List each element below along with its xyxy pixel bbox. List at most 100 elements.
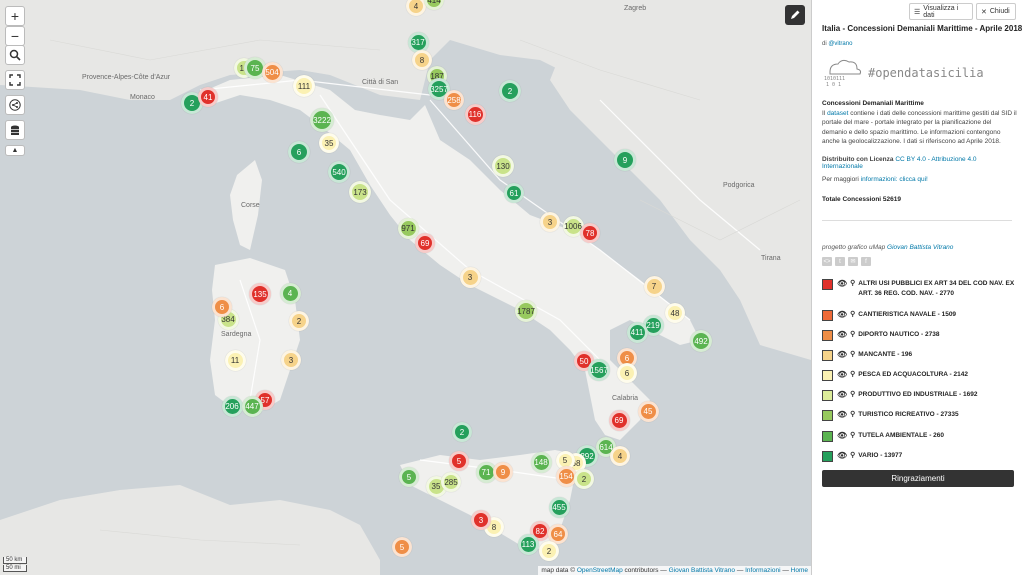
- credit-link[interactable]: Giovan Battista Vitrano: [887, 244, 953, 251]
- cluster-marker[interactable]: 1567: [588, 359, 610, 381]
- email-icon[interactable]: ✉: [848, 257, 858, 266]
- share-icon[interactable]: [5, 95, 25, 115]
- zoom-out-button[interactable]: −: [5, 26, 25, 46]
- author-user-link[interactable]: @vitrano: [828, 41, 852, 47]
- cluster-marker[interactable]: 3: [540, 212, 560, 232]
- cluster-marker[interactable]: 206: [221, 395, 243, 417]
- eye-icon[interactable]: 👁: [837, 310, 847, 320]
- cluster-marker[interactable]: 2: [289, 311, 309, 331]
- cluster-marker[interactable]: 455: [548, 496, 570, 518]
- cluster-marker[interactable]: 540: [328, 161, 350, 183]
- cluster-marker[interactable]: 48: [665, 303, 685, 323]
- thanks-button[interactable]: Ringraziamenti: [822, 470, 1014, 487]
- legend-item[interactable]: 👁 ⚲ CANTIERISTICA NAVALE - 1509: [822, 310, 1022, 321]
- eye-icon[interactable]: 👁: [837, 279, 847, 289]
- cluster-marker[interactable]: 5: [399, 467, 419, 487]
- cluster-marker[interactable]: 69: [608, 409, 630, 431]
- eye-icon[interactable]: 👁: [837, 350, 847, 360]
- cluster-marker[interactable]: 2: [539, 541, 559, 561]
- zoom-to-layer-icon[interactable]: ⚲: [850, 330, 855, 340]
- legend-item[interactable]: 👁 ⚲ ALTRI USI PUBBLICI EX ART 34 DEL COD N…: [822, 279, 1022, 299]
- osm-link[interactable]: OpenStreetMap: [577, 567, 623, 574]
- cluster-marker[interactable]: 9: [614, 149, 636, 171]
- cluster-marker[interactable]: 2: [574, 469, 594, 489]
- cluster-marker[interactable]: 6: [288, 141, 310, 163]
- zoom-to-layer-icon[interactable]: ⚲: [850, 431, 855, 441]
- collapse-toggle-icon[interactable]: ▲: [5, 145, 25, 156]
- cluster-marker[interactable]: 3: [281, 350, 301, 370]
- more-info-link[interactable]: informazioni: clicca qui!: [861, 176, 928, 183]
- cluster-marker[interactable]: 1787: [515, 300, 537, 322]
- zoom-to-layer-icon[interactable]: ⚲: [850, 350, 855, 360]
- cluster-marker[interactable]: 4: [279, 282, 301, 304]
- fullscreen-icon[interactable]: [5, 70, 25, 90]
- cluster-marker[interactable]: 69: [415, 233, 435, 253]
- zoom-to-layer-icon[interactable]: ⚲: [850, 451, 855, 461]
- zoom-in-button[interactable]: +: [5, 6, 25, 26]
- cluster-marker[interactable]: 11: [224, 349, 246, 371]
- twitter-icon[interactable]: t: [835, 257, 845, 266]
- facebook-icon[interactable]: f: [861, 257, 871, 266]
- cluster-marker[interactable]: 971: [397, 217, 419, 239]
- cluster-marker[interactable]: 7: [643, 275, 665, 297]
- legend-item[interactable]: 👁 ⚲ DIPORTO NAUTICO - 2738: [822, 330, 1022, 341]
- dataset-link[interactable]: dataset: [827, 110, 848, 117]
- cluster-marker[interactable]: 411: [626, 321, 648, 343]
- cluster-marker[interactable]: 6: [617, 363, 637, 383]
- view-data-button[interactable]: ☰ Visualizza i dati: [909, 3, 973, 20]
- eye-icon[interactable]: 👁: [837, 410, 847, 420]
- search-icon[interactable]: [5, 45, 25, 65]
- legend-item[interactable]: 👁 ⚲ TURISTICO RICREATIVO - 27335: [822, 410, 1022, 421]
- cluster-marker[interactable]: 3222: [310, 108, 334, 132]
- cluster-marker[interactable]: 78: [580, 223, 600, 243]
- eye-icon[interactable]: 👁: [837, 451, 847, 461]
- cluster-marker[interactable]: 3: [471, 510, 491, 530]
- embed-icon[interactable]: <>: [822, 257, 832, 266]
- cluster-marker[interactable]: 116: [464, 103, 486, 125]
- cluster-marker[interactable]: 148: [530, 451, 552, 473]
- cluster-marker[interactable]: 173: [349, 181, 371, 203]
- legend-item[interactable]: 👁 ⚲ TUTELA AMBIENTALE - 260: [822, 431, 1022, 442]
- zoom-to-layer-icon[interactable]: ⚲: [850, 410, 855, 420]
- cluster-marker[interactable]: 4: [610, 446, 630, 466]
- zoom-to-layer-icon[interactable]: ⚲: [850, 310, 855, 320]
- legend-item[interactable]: 👁 ⚲ PRODUTTIVO ED INDUSTRIALE - 1692: [822, 390, 1022, 401]
- zoom-to-layer-icon[interactable]: ⚲: [850, 279, 855, 289]
- eye-icon[interactable]: 👁: [837, 431, 847, 441]
- cluster-marker[interactable]: 45: [637, 400, 659, 422]
- info-link[interactable]: Informazioni: [745, 567, 780, 574]
- cluster-marker[interactable]: 317: [407, 31, 429, 53]
- cluster-marker[interactable]: 258: [444, 90, 464, 110]
- cluster-marker[interactable]: 3: [459, 266, 481, 288]
- cluster-marker[interactable]: 492: [690, 330, 712, 352]
- legend-item[interactable]: 👁 ⚲ VARIO - 13977: [822, 451, 1022, 462]
- eye-icon[interactable]: 👁: [837, 370, 847, 380]
- cluster-marker[interactable]: 447: [241, 395, 263, 417]
- cluster-marker[interactable]: 111: [293, 75, 315, 97]
- cluster-marker[interactable]: 285: [441, 472, 461, 492]
- edit-pencil-icon[interactable]: [785, 5, 805, 25]
- cluster-marker[interactable]: 35: [319, 133, 339, 153]
- eye-icon[interactable]: 👁: [837, 330, 847, 340]
- close-button[interactable]: ✕ Chiudi: [976, 3, 1016, 20]
- cluster-marker[interactable]: 61: [504, 183, 524, 203]
- cluster-marker[interactable]: 130: [492, 155, 514, 177]
- cluster-marker[interactable]: 504: [261, 61, 283, 83]
- home-link[interactable]: Home: [791, 567, 808, 574]
- eye-icon[interactable]: 👁: [837, 390, 847, 400]
- author-link[interactable]: Giovan Battista Vitrano: [669, 567, 735, 574]
- cluster-marker[interactable]: 2: [499, 80, 521, 102]
- zoom-to-layer-icon[interactable]: ⚲: [850, 390, 855, 400]
- cluster-marker[interactable]: 9: [493, 462, 513, 482]
- cluster-marker[interactable]: 6: [212, 297, 232, 317]
- map-canvas[interactable]: Monaco Città di San Provence-Alpes-Côte d'…: [0, 0, 811, 575]
- zoom-to-layer-icon[interactable]: ⚲: [850, 370, 855, 380]
- cluster-marker[interactable]: 5: [449, 451, 469, 471]
- layers-icon[interactable]: [5, 120, 25, 140]
- cluster-marker[interactable]: 2: [452, 422, 472, 442]
- legend-item[interactable]: 👁 ⚲ MANCANTE - 196: [822, 350, 1022, 361]
- legend-item[interactable]: 👁 ⚲ PESCA ED ACQUACOLTURA - 2142: [822, 370, 1022, 381]
- cluster-marker[interactable]: 5: [392, 537, 412, 557]
- cluster-marker[interactable]: 135: [249, 283, 271, 305]
- cluster-marker[interactable]: 41: [198, 87, 218, 107]
